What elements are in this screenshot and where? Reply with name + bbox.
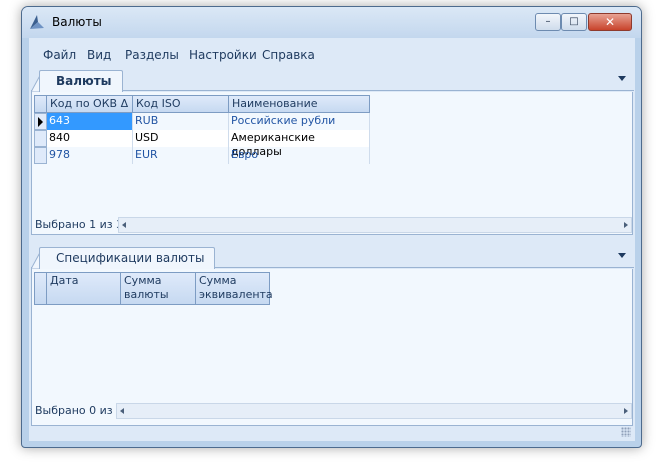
menu-bar: Файл Вид Разделы Настройки Справка xyxy=(29,44,635,66)
cell-iso[interactable]: EUR xyxy=(133,147,229,164)
cell-name[interactable]: Евро xyxy=(229,147,370,164)
row-selector[interactable] xyxy=(34,113,47,130)
table-row[interactable]: 840 USD Американские доллары xyxy=(34,130,370,158)
client-area: Файл Вид Разделы Настройки Справка Валют… xyxy=(29,38,635,441)
menu-view[interactable]: Вид xyxy=(87,48,111,62)
cell-okv[interactable]: 643 xyxy=(47,113,133,130)
scroll-right-icon[interactable] xyxy=(624,408,628,414)
row-selector[interactable] xyxy=(34,130,47,147)
grid-header: Дата Сумма валюты Сумма эквивалента xyxy=(34,272,273,305)
column-header-okv[interactable]: Код по ОКВ Δ xyxy=(46,95,133,113)
currencies-panel: Код по ОКВ Δ Код ISO Наименование 643 RU… xyxy=(31,92,633,235)
menu-file[interactable]: Файл xyxy=(43,48,76,62)
grid-header: Код по ОКВ Δ Код ISO Наименование xyxy=(34,95,370,113)
spec-grid-footer: Выбрано 0 из 0 xyxy=(32,402,632,420)
chevron-down-icon[interactable] xyxy=(618,76,626,81)
app-icon xyxy=(30,15,44,29)
menu-settings[interactable]: Настройки xyxy=(189,48,257,62)
title-bar[interactable]: Валюты – □ ✕ xyxy=(22,7,641,38)
cell-iso[interactable]: RUB xyxy=(133,113,229,130)
specifications-panel: Дата Сумма валюты Сумма эквивалента Выбр… xyxy=(31,269,633,426)
scroll-right-icon[interactable] xyxy=(624,222,628,228)
row-selector[interactable] xyxy=(34,147,47,164)
cell-okv[interactable]: 978 xyxy=(47,147,133,164)
cell-name[interactable]: Российские рубли xyxy=(229,113,370,130)
minimize-button[interactable]: – xyxy=(535,13,561,31)
row-pointer-icon xyxy=(38,117,43,127)
currency-grid-footer: Выбрано 1 из 3 xyxy=(32,216,632,234)
horizontal-scrollbar[interactable] xyxy=(116,403,632,419)
main-window: Валюты – □ ✕ Файл Вид Разделы Настройки … xyxy=(21,6,642,448)
table-row[interactable]: 643 RUB Российские рубли xyxy=(34,113,370,130)
column-header-label: Код по ОКВ xyxy=(50,97,118,110)
menu-sections[interactable]: Разделы xyxy=(125,48,179,62)
tab-specifications[interactable]: Спецификации валюты xyxy=(39,247,216,269)
maximize-button[interactable]: □ xyxy=(561,13,587,31)
tab-currencies[interactable]: Валюты xyxy=(39,70,123,92)
scroll-left-icon[interactable] xyxy=(120,408,124,414)
cell-okv[interactable]: 840 xyxy=(47,130,133,147)
sort-ascending-icon: Δ xyxy=(120,97,129,110)
close-button[interactable]: ✕ xyxy=(588,13,632,31)
window-title: Валюты xyxy=(52,15,102,29)
column-header-currency-sum[interactable]: Сумма валюты xyxy=(120,272,196,305)
scroll-left-icon[interactable] xyxy=(122,222,126,228)
horizontal-scrollbar[interactable] xyxy=(118,217,632,233)
cell-name[interactable]: Американские доллары xyxy=(229,130,370,158)
currencies-tab-strip: Валюты xyxy=(31,68,634,92)
column-header-equivalent-sum[interactable]: Сумма эквивалента xyxy=(195,272,273,305)
selection-status: Выбрано 0 из 0 xyxy=(35,404,124,417)
table-row[interactable]: 978 EUR Евро xyxy=(34,147,370,164)
specs-tab-strip: Спецификации валюты xyxy=(31,245,634,269)
resize-grip-icon[interactable] xyxy=(621,427,631,437)
chevron-down-icon[interactable] xyxy=(618,253,626,258)
column-header-iso[interactable]: Код ISO xyxy=(132,95,229,113)
menu-help[interactable]: Справка xyxy=(262,48,315,62)
column-header-name[interactable]: Наименование xyxy=(228,95,370,113)
cell-iso[interactable]: USD xyxy=(133,130,229,147)
selection-status: Выбрано 1 из 3 xyxy=(35,218,124,231)
column-header-date[interactable]: Дата xyxy=(46,272,121,305)
